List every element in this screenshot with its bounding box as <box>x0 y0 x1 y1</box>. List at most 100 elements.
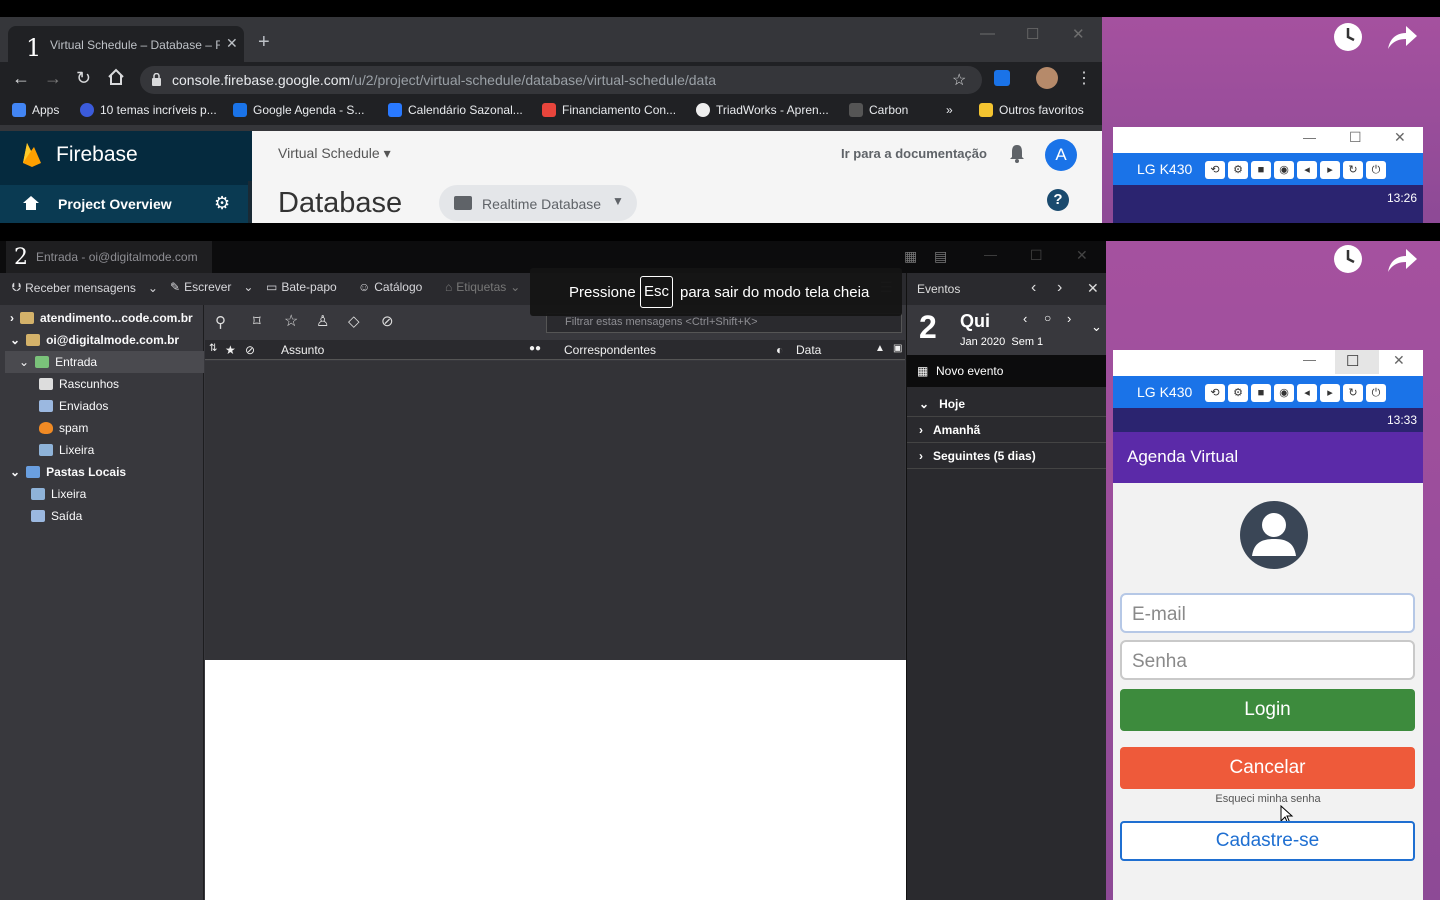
close-icon[interactable]: ✕ <box>1087 280 1099 297</box>
star-icon[interactable]: ☆ <box>284 311 298 331</box>
firebase-logo-icon <box>22 141 42 167</box>
docs-link[interactable]: Ir para a documentação <box>841 146 987 161</box>
download-icon: ⮋ <box>12 280 22 294</box>
attachment-column-icon[interactable]: ⊘ <box>245 343 255 357</box>
bookmark-item[interactable]: Google Agenda - S... <box>233 103 364 117</box>
today-icon[interactable]: ○ <box>1044 311 1051 325</box>
star-icon[interactable]: ☆ <box>952 70 966 90</box>
bookmark-item[interactable]: Calendário Sazonal... <box>388 103 523 117</box>
column-picker-icon[interactable]: ▣ <box>893 343 902 354</box>
project-selector[interactable]: Virtual Schedule ▾ <box>278 145 391 162</box>
mirror-controls[interactable]: ⟲ ⚙ ■ ◉ ◂ ▸ ↻ ⏻ <box>1205 383 1389 402</box>
close-icon[interactable]: ✕ <box>226 35 238 52</box>
bookmarks-more[interactable]: » <box>946 103 953 117</box>
receive-button[interactable]: ⮋ Receber mensagens ⌄ <box>12 280 158 295</box>
folder-item[interactable]: Rascunhos <box>5 373 204 395</box>
other-bookmarks[interactable]: Outros favoritos <box>979 103 1084 117</box>
tasks-icon[interactable]: ▤ <box>934 248 947 265</box>
folder-item[interactable]: spam <box>5 417 204 439</box>
events-group-today[interactable]: ⌄ Hoje <box>907 391 1107 417</box>
bookmark-item[interactable]: 10 temas incríveis p... <box>80 103 217 117</box>
pin-icon[interactable]: ⚲ <box>215 313 226 331</box>
catalog-button[interactable]: ☺ Catálogo <box>358 280 422 294</box>
email-field[interactable]: E-mail <box>1120 593 1415 633</box>
chevron-down-icon[interactable]: ⌄ <box>1091 319 1102 335</box>
folder-item-selected[interactable]: ⌄ Entrada <box>5 351 204 373</box>
attachment-icon[interactable]: ⊘ <box>381 312 394 330</box>
folder-item[interactable]: › atendimento...code.com.br <box>5 307 204 329</box>
avatar[interactable]: A <box>1045 139 1077 171</box>
maximize-icon[interactable]: ☐ <box>1026 25 1039 43</box>
gear-icon[interactable]: ⚙ <box>214 193 230 214</box>
close-window-icon[interactable]: ✕ <box>1072 25 1085 43</box>
chevron-left-icon[interactable]: ‹ <box>1031 279 1036 297</box>
address-bar[interactable]: console.firebase.google.com/u/2/project/… <box>140 66 982 94</box>
firebase-main: Virtual Schedule ▾ Ir para a documentaçã… <box>252 131 1102 223</box>
junk-column-icon[interactable]: ◐ <box>776 343 783 357</box>
forgot-password-link[interactable]: Esqueci minha senha <box>1113 793 1423 805</box>
chevron-down-icon: ⌄ <box>147 280 158 295</box>
tag-icon[interactable]: ◇ <box>348 312 360 330</box>
device-name: LG K430 <box>1137 384 1193 400</box>
android-status-bar: 13:26 <box>1113 185 1423 223</box>
database-selector[interactable]: Realtime Database ▼ <box>439 185 637 221</box>
page-title: Database <box>278 187 403 219</box>
contact-icon[interactable]: ♙ <box>316 312 329 330</box>
folder-item[interactable]: ⌄ oi@digitalmode.com.br <box>5 329 204 351</box>
folder-item[interactable]: Lixeira <box>5 483 204 505</box>
thread-icon[interactable]: ⇅ <box>209 343 217 354</box>
new-tab-icon[interactable]: + <box>258 31 270 54</box>
bookmark-item[interactable]: TriadWorks - Apren... <box>696 103 829 117</box>
share-icon[interactable] <box>1386 23 1418 51</box>
mirror-controls[interactable]: ⟲ ⚙ ■ ◉ ◂ ▸ ↻ ⏻ <box>1205 160 1389 179</box>
filter-input[interactable]: Filtrar estas mensagens <Ctrl+Shift+K> <box>546 313 902 333</box>
events-group-upcoming[interactable]: › Seguintes (5 dias) <box>907 443 1107 469</box>
new-event-button[interactable]: ▦ Novo evento <box>907 355 1107 387</box>
column-date[interactable]: Data <box>796 343 821 357</box>
folder-item[interactable]: Saída <box>5 505 204 527</box>
project-overview-item[interactable]: Project Overview ⚙ <box>0 185 252 223</box>
clock-icon[interactable] <box>1332 21 1364 53</box>
read-column-icon[interactable]: ●● <box>529 343 541 354</box>
chevron-right-icon[interactable]: › <box>1067 311 1071 326</box>
minimize-icon[interactable]: — <box>980 25 995 42</box>
events-group-tomorrow[interactable]: › Amanhã <box>907 417 1107 443</box>
column-correspondents[interactable]: Correspondentes <box>564 343 656 357</box>
message-list[interactable] <box>205 361 905 660</box>
clock-icon[interactable] <box>1332 243 1364 275</box>
register-button[interactable]: Cadastre-se <box>1120 821 1415 861</box>
chat-button[interactable]: ▭ Bate-papo <box>266 280 337 294</box>
reload-icon[interactable]: ↻ <box>76 68 91 89</box>
folder-item[interactable]: Enviados <box>5 395 204 417</box>
unread-filter-icon[interactable]: ⌑ <box>253 312 261 330</box>
back-icon[interactable]: ← <box>12 68 30 89</box>
help-icon[interactable]: ? <box>1047 189 1069 211</box>
star-column-icon[interactable]: ★ <box>225 343 236 357</box>
write-button[interactable]: ✎ Escrever ⌄ <box>170 280 253 294</box>
sort-ascending-icon[interactable]: ▲ <box>875 343 885 354</box>
cancel-button[interactable]: Cancelar <box>1120 747 1415 789</box>
calendar-icon[interactable]: ▦ <box>904 248 917 265</box>
forward-icon[interactable]: → <box>44 68 62 89</box>
chevron-right-icon[interactable]: › <box>1057 279 1062 297</box>
bell-icon[interactable] <box>1008 144 1026 164</box>
chevron-left-icon[interactable]: ‹ <box>1023 311 1027 326</box>
share-icon[interactable] <box>1386 246 1418 274</box>
tags-button[interactable]: ⌂ Etiquetas ⌄ <box>445 280 520 294</box>
contacts-icon: ☺ <box>358 280 371 294</box>
bookmark-item[interactable]: Carbon <box>849 103 908 117</box>
folder-item[interactable]: Lixeira <box>5 439 204 461</box>
bookmark-item[interactable]: Apps <box>12 103 59 117</box>
browser-tab[interactable]: 1 Virtual Schedule – Database – Fi ✕ <box>8 26 244 62</box>
profile-avatar[interactable] <box>1036 67 1058 89</box>
tab-index: 1 <box>26 34 42 62</box>
bookmark-item[interactable]: Financiamento Con... <box>542 103 676 117</box>
password-field[interactable]: Senha <box>1120 640 1415 680</box>
mail-tab[interactable]: 2 Entrada - oi@digitalmode.com <box>6 241 212 273</box>
menu-icon[interactable]: ⋮ <box>1076 68 1092 88</box>
home-icon[interactable] <box>106 67 126 87</box>
column-subject[interactable]: Assunto <box>281 343 324 357</box>
folder-item[interactable]: ⌄ Pastas Locais <box>5 461 204 483</box>
extension-icon[interactable] <box>994 70 1010 86</box>
login-button[interactable]: Login <box>1120 689 1415 731</box>
